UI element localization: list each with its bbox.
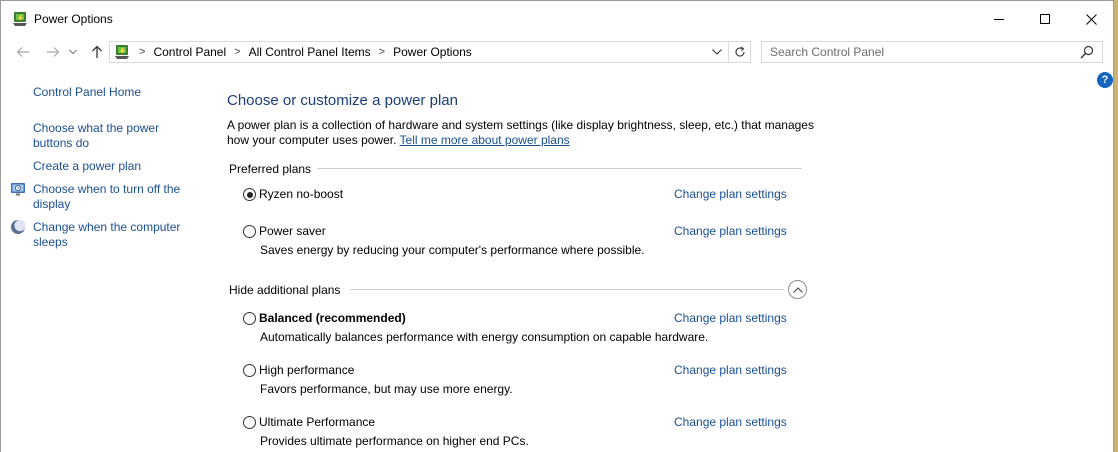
change-plan-settings-link[interactable]: Change plan settings xyxy=(674,224,787,238)
page-description: A power plan is a collection of hardware… xyxy=(227,118,817,148)
recent-locations-button[interactable] xyxy=(67,42,79,62)
breadcrumb-control-panel[interactable]: Control Panel xyxy=(153,45,226,59)
breadcrumb-separator[interactable]: > xyxy=(379,46,385,58)
change-plan-settings-link[interactable]: Change plan settings xyxy=(674,415,787,429)
change-plan-settings-link[interactable]: Change plan settings xyxy=(674,187,787,201)
maximize-button[interactable] xyxy=(1022,1,1068,37)
chevron-down-icon xyxy=(69,49,77,55)
divider xyxy=(350,289,784,290)
power-options-icon xyxy=(113,43,131,61)
plan-description: Provides ultimate performance on higher … xyxy=(260,434,529,448)
minimize-button[interactable] xyxy=(976,1,1022,37)
search-icon[interactable] xyxy=(1080,45,1094,59)
change-plan-settings-link[interactable]: Change plan settings xyxy=(674,311,787,325)
clock-monitor-icon xyxy=(10,181,26,197)
plan-radio-high-performance[interactable] xyxy=(243,364,256,377)
divider xyxy=(317,168,802,169)
power-options-window: Power Options > Control Panel > All Cont… xyxy=(0,0,1114,452)
power-options-icon xyxy=(11,10,29,28)
plan-radio-balanced[interactable] xyxy=(243,312,256,325)
collapse-additional-plans-button[interactable] xyxy=(788,280,807,299)
sidebar-item-create-plan[interactable]: Create a power plan xyxy=(33,159,141,174)
back-button[interactable] xyxy=(13,42,33,62)
plan-description: Automatically balances performance with … xyxy=(260,330,709,344)
close-icon xyxy=(1085,13,1097,25)
breadcrumb-power-options[interactable]: Power Options xyxy=(393,45,472,59)
up-button[interactable] xyxy=(87,42,107,62)
breadcrumb-separator[interactable]: > xyxy=(139,46,145,58)
chevron-up-icon xyxy=(792,286,803,293)
sidebar-item-computer-sleeps[interactable]: Change when the computer sleeps xyxy=(33,220,193,250)
preferred-plans-heading: Preferred plans xyxy=(229,162,312,176)
sidebar-item-turn-off-display[interactable]: Choose when to turn off the display xyxy=(33,182,193,212)
help-icon[interactable]: ? xyxy=(1097,72,1113,88)
change-plan-settings-link[interactable]: Change plan settings xyxy=(674,363,787,377)
plan-name[interactable]: Ryzen no-boost xyxy=(259,187,343,201)
learn-more-link[interactable]: Tell me more about power plans xyxy=(400,133,570,147)
chevron-down-icon xyxy=(712,49,722,55)
page-title: Choose or customize a power plan xyxy=(227,92,458,109)
search-input[interactable] xyxy=(770,43,1070,61)
close-button[interactable] xyxy=(1068,1,1114,37)
additional-plans-heading: Hide additional plans xyxy=(229,283,341,297)
refresh-icon xyxy=(734,46,745,57)
plan-name[interactable]: Balanced (recommended) xyxy=(259,311,406,325)
back-arrow-icon xyxy=(16,47,29,57)
sidebar-item-power-buttons[interactable]: Choose what the power buttons do xyxy=(33,121,183,151)
plan-description: Favors performance, but may use more ene… xyxy=(260,382,513,396)
up-arrow-icon xyxy=(92,45,102,58)
breadcrumb-all-items[interactable]: All Control Panel Items xyxy=(249,45,371,59)
maximize-icon xyxy=(1040,14,1050,24)
search-box[interactable] xyxy=(761,41,1103,63)
plan-name[interactable]: Power saver xyxy=(259,224,326,238)
plan-name[interactable]: Ultimate Performance xyxy=(259,415,375,429)
forward-arrow-icon xyxy=(47,47,60,57)
address-dropdown-button[interactable] xyxy=(710,45,724,59)
refresh-button[interactable] xyxy=(728,42,750,62)
plan-name[interactable]: High performance xyxy=(259,363,354,377)
plan-radio-ultimate-performance[interactable] xyxy=(243,416,256,429)
plan-description: Saves energy by reducing your computer's… xyxy=(260,243,645,257)
breadcrumb-separator[interactable]: > xyxy=(234,46,240,58)
address-bar[interactable]: > Control Panel > All Control Panel Item… xyxy=(109,41,751,63)
window-title: Power Options xyxy=(34,12,113,26)
forward-button[interactable] xyxy=(43,42,63,62)
sidebar-item-control-panel-home[interactable]: Control Panel Home xyxy=(33,85,141,100)
moon-icon xyxy=(10,219,26,235)
title-bar[interactable]: Power Options xyxy=(1,1,1113,37)
plan-radio-power-saver[interactable] xyxy=(243,225,256,238)
minimize-icon xyxy=(994,18,1004,20)
plan-radio-ryzen-no-boost[interactable] xyxy=(243,188,256,201)
